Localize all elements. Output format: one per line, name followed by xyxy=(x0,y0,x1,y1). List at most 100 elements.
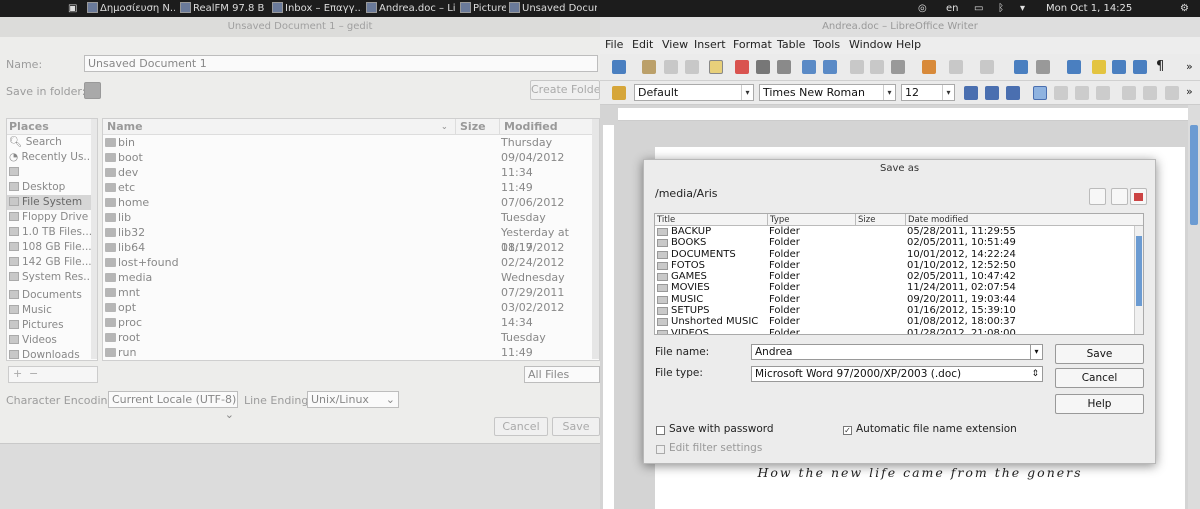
formatting-marks-icon[interactable]: ¶ xyxy=(1156,60,1170,74)
add-place-icon[interactable]: + xyxy=(13,367,22,380)
paste-icon[interactable] xyxy=(891,60,905,74)
table-row[interactable]: bin Thursday xyxy=(103,135,599,150)
gallery-icon[interactable] xyxy=(1112,60,1126,74)
table-row[interactable]: home 07/06/2012 xyxy=(103,195,599,210)
column-modified[interactable]: Modified xyxy=(499,119,558,135)
vertical-ruler[interactable] xyxy=(603,125,614,509)
styles-icon[interactable] xyxy=(612,86,626,100)
menu-view[interactable]: View xyxy=(662,38,688,51)
column-size[interactable]: Size xyxy=(455,119,486,135)
menu-file[interactable]: File xyxy=(605,38,623,51)
list-item[interactable]: FOTOS Folder 01/10/2012, 12:52:50 xyxy=(655,260,1143,271)
hyperlink-icon[interactable] xyxy=(1014,60,1028,74)
overflow-icon[interactable]: » xyxy=(1186,85,1200,99)
file-type-select[interactable]: Microsoft Word 97/2000/XP/2003 (.doc) ⇕ xyxy=(751,366,1043,382)
list-item[interactable]: SETUPS Folder 01/16/2012, 15:39:10 xyxy=(655,305,1143,316)
overflow-icon[interactable]: » xyxy=(1186,60,1200,74)
paragraph-style-select[interactable]: Default ▾ xyxy=(634,84,754,101)
list-item[interactable]: MOVIES Folder 11/24/2011, 02:07:54 xyxy=(655,282,1143,293)
place-item[interactable]: 1.0 TB Files... xyxy=(7,225,97,240)
table-row[interactable]: lib64 08/19/2012 xyxy=(103,240,599,255)
up-level-icon[interactable] xyxy=(1089,188,1106,205)
vertical-scrollbar[interactable] xyxy=(1188,105,1200,509)
place-item[interactable]: Downloads xyxy=(7,348,97,360)
bold-icon[interactable] xyxy=(964,86,978,100)
menu-help[interactable]: Help xyxy=(896,38,921,51)
spellcheck-icon[interactable] xyxy=(802,60,816,74)
table-row[interactable]: lib Tuesday xyxy=(103,210,599,225)
underline-icon[interactable] xyxy=(1006,86,1020,100)
horizontal-ruler[interactable] xyxy=(618,108,1188,121)
save-icon[interactable] xyxy=(664,60,678,74)
name-input[interactable]: Unsaved Document 1 xyxy=(84,55,598,72)
file-filter-select[interactable]: All Files xyxy=(524,366,600,383)
auto-extension-checkbox[interactable]: ✓ xyxy=(843,426,852,435)
create-folder-button[interactable]: Create Folder xyxy=(530,80,600,100)
place-item[interactable]: Desktop xyxy=(7,180,97,195)
taskbar-item[interactable]: Unsaved Docum... xyxy=(509,1,597,16)
list-item[interactable]: DOCUMENTS Folder 10/01/2012, 14:22:24 xyxy=(655,249,1143,260)
table-row[interactable]: boot 09/04/2012 xyxy=(103,150,599,165)
cancel-button[interactable]: Cancel xyxy=(1055,368,1144,388)
table-row[interactable]: mnt 07/29/2011 xyxy=(103,285,599,300)
battery-icon[interactable]: ▭ xyxy=(974,1,983,16)
keyboard-layout[interactable]: en xyxy=(946,1,959,16)
edit-mode-icon[interactable] xyxy=(709,60,723,74)
font-size-select[interactable]: 12 ▾ xyxy=(901,84,955,101)
taskbar-item[interactable]: Andrea.doc – Li... xyxy=(366,1,456,16)
table-row[interactable]: run 11:49 xyxy=(103,345,599,360)
taskbar-item[interactable]: Inbox – Επαγγ... xyxy=(272,1,362,16)
column-title[interactable]: Title xyxy=(655,214,675,226)
place-item[interactable]: Pictures xyxy=(7,318,97,333)
list-item[interactable]: Unshorted MUSIC Folder 01/08/2012, 18:00:3… xyxy=(655,316,1143,327)
bluetooth-icon[interactable]: ᛒ xyxy=(998,1,1004,16)
undo-icon[interactable] xyxy=(949,60,963,74)
table-row[interactable]: etc 11:49 xyxy=(103,180,599,195)
menu-insert[interactable]: Insert xyxy=(694,38,726,51)
menu-format[interactable]: Format xyxy=(733,38,772,51)
column-name[interactable]: Name xyxy=(107,119,143,135)
taskbar-item[interactable]: Δημοσίευση N... xyxy=(87,1,175,16)
list-item[interactable]: MUSIC Folder 09/20/2011, 19:03:44 xyxy=(655,294,1143,305)
copy-icon[interactable] xyxy=(870,60,884,74)
justify-icon[interactable] xyxy=(1096,86,1110,100)
place-item[interactable]: System Res... xyxy=(7,270,97,285)
font-name-select[interactable]: Times New Roman ▾ xyxy=(759,84,896,101)
places-scrollbar[interactable] xyxy=(91,119,97,359)
power-icon[interactable]: ⚙ xyxy=(1180,1,1189,16)
email-icon[interactable] xyxy=(685,60,699,74)
new-icon[interactable] xyxy=(612,60,626,74)
align-right-icon[interactable] xyxy=(1075,86,1089,100)
autospellcheck-icon[interactable] xyxy=(823,60,837,74)
wifi-icon[interactable]: ▾ xyxy=(1020,1,1025,16)
draw-icon[interactable] xyxy=(1067,60,1081,74)
table-row[interactable]: lost+found 02/24/2012 xyxy=(103,255,599,270)
table-row[interactable]: proc 14:34 xyxy=(103,315,599,330)
table-row[interactable]: opt 03/02/2012 xyxy=(103,300,599,315)
list-item[interactable]: VIDEOS Folder 01/28/2012, 21:08:00 xyxy=(655,328,1143,334)
column-date[interactable]: Date modified xyxy=(905,214,968,226)
save-with-password-checkbox[interactable] xyxy=(656,426,665,435)
export-pdf-icon[interactable] xyxy=(735,60,749,74)
save-button[interactable]: Save xyxy=(1055,344,1144,364)
redo-icon[interactable] xyxy=(980,60,994,74)
folder-icon-button[interactable] xyxy=(84,82,101,99)
taskbar-item[interactable]: Pictures xyxy=(460,1,506,16)
align-center-icon[interactable] xyxy=(1054,86,1068,100)
list-item[interactable]: BACKUP Folder 05/28/2011, 11:29:55 xyxy=(655,226,1143,237)
place-item[interactable]: Floppy Drive xyxy=(7,210,97,225)
line-ending-select[interactable]: Unix/Linux ⌄ xyxy=(307,391,399,408)
place-item[interactable] xyxy=(7,165,97,180)
place-item[interactable]: ◔ Recently Us... xyxy=(7,150,97,165)
scrollbar-thumb[interactable] xyxy=(1136,236,1142,306)
clone-formatting-icon[interactable] xyxy=(922,60,936,74)
print-preview-icon[interactable] xyxy=(777,60,791,74)
network-icon[interactable]: ◎ xyxy=(918,1,927,16)
align-left-icon[interactable] xyxy=(1033,86,1047,100)
print-icon[interactable] xyxy=(756,60,770,74)
navigator-icon[interactable] xyxy=(1092,60,1106,74)
encoding-select[interactable]: Current Locale (UTF-8) ⌄ xyxy=(108,391,238,421)
open-icon[interactable] xyxy=(642,60,656,74)
edit-filter-checkbox[interactable] xyxy=(656,445,665,454)
new-folder-icon[interactable] xyxy=(1111,188,1128,205)
